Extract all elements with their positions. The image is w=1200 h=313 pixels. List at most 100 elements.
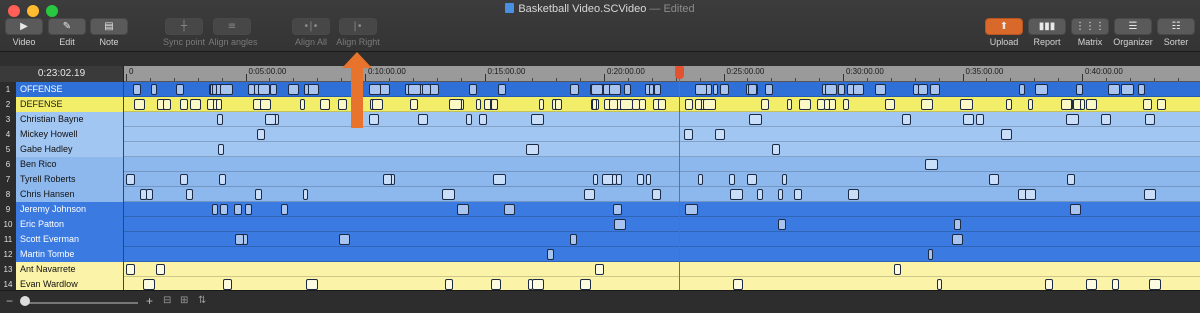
event-clip[interactable] xyxy=(212,84,217,95)
row-label[interactable]: Ant Navarrete xyxy=(16,262,124,277)
align-all-button[interactable]: •|• xyxy=(292,18,330,35)
event-clip[interactable] xyxy=(1001,129,1012,140)
event-clip[interactable] xyxy=(531,114,544,125)
event-clip[interactable] xyxy=(220,84,233,95)
timeline-row[interactable]: 12 Martin Tombe xyxy=(0,247,1200,262)
event-clip[interactable] xyxy=(547,249,554,260)
event-clip[interactable] xyxy=(1067,174,1075,185)
row-label[interactable]: Tyrell Roberts xyxy=(16,172,124,187)
event-clip[interactable] xyxy=(695,99,702,110)
row-label[interactable]: Martin Tombe xyxy=(16,247,124,262)
event-clip[interactable] xyxy=(609,84,621,95)
event-clip[interactable] xyxy=(613,204,622,215)
event-clip[interactable] xyxy=(212,204,218,215)
event-clip[interactable] xyxy=(176,84,184,95)
event-clip[interactable] xyxy=(555,99,562,110)
event-clip[interactable] xyxy=(765,84,773,95)
event-clip[interactable] xyxy=(134,99,145,110)
event-clip[interactable] xyxy=(778,189,783,200)
event-clip[interactable] xyxy=(491,99,498,110)
event-clip[interactable] xyxy=(624,84,631,95)
event-clip[interactable] xyxy=(219,174,226,185)
row-track[interactable] xyxy=(124,187,1200,202)
event-clip[interactable] xyxy=(652,189,661,200)
event-clip[interactable] xyxy=(843,99,849,110)
event-clip[interactable] xyxy=(649,84,654,95)
event-clip[interactable] xyxy=(918,84,928,95)
event-clip[interactable] xyxy=(498,84,506,95)
event-clip[interactable] xyxy=(445,279,453,290)
event-clip[interactable] xyxy=(620,99,633,110)
event-clip[interactable] xyxy=(528,279,533,290)
event-clip[interactable] xyxy=(180,174,188,185)
event-clip[interactable] xyxy=(1086,279,1097,290)
note-button[interactable]: ▤ xyxy=(90,18,128,35)
align-right-button[interactable]: |• xyxy=(339,18,377,35)
event-clip[interactable] xyxy=(1138,84,1145,95)
event-clip[interactable] xyxy=(963,114,974,125)
event-clip[interactable] xyxy=(930,84,940,95)
zoom-in-icon[interactable]: + xyxy=(146,294,153,308)
event-clip[interactable] xyxy=(126,264,135,275)
event-clip[interactable] xyxy=(270,84,277,95)
row-track[interactable] xyxy=(124,112,1200,127)
row-track[interactable] xyxy=(124,247,1200,262)
timeline-row[interactable]: 5 Gabe Hadley xyxy=(0,142,1200,157)
event-clip[interactable] xyxy=(1143,99,1152,110)
zoom-slider-thumb[interactable] xyxy=(20,296,30,306)
row-label[interactable]: Gabe Hadley xyxy=(16,142,124,157)
event-clip[interactable] xyxy=(698,174,703,185)
row-track[interactable] xyxy=(124,202,1200,217)
event-clip[interactable] xyxy=(1076,84,1083,95)
timeline-row[interactable]: 6 Ben Rico xyxy=(0,157,1200,172)
event-clip[interactable] xyxy=(1101,114,1111,125)
event-clip[interactable] xyxy=(339,234,350,245)
playhead-handle[interactable] xyxy=(675,66,684,79)
event-clip[interactable] xyxy=(493,174,506,185)
zoom-slider[interactable] xyxy=(22,302,138,304)
event-clip[interactable] xyxy=(1045,279,1053,290)
timeline-row[interactable]: 10 Eric Patton xyxy=(0,217,1200,232)
video-button[interactable]: ▶ xyxy=(5,18,43,35)
event-clip[interactable] xyxy=(787,99,792,110)
event-clip[interactable] xyxy=(1145,114,1155,125)
timeline-row[interactable]: 9 Jeremy Johnson xyxy=(0,202,1200,217)
row-label[interactable]: Scott Everman xyxy=(16,232,124,247)
row-track[interactable] xyxy=(124,127,1200,142)
event-clip[interactable] xyxy=(1061,99,1072,110)
event-clip[interactable] xyxy=(1080,99,1085,110)
event-clip[interactable] xyxy=(156,264,165,275)
event-clip[interactable] xyxy=(646,174,651,185)
event-clip[interactable] xyxy=(989,174,999,185)
collapse-rows-icon[interactable]: ⊟ xyxy=(163,295,171,306)
event-clip[interactable] xyxy=(526,144,539,155)
event-clip[interactable] xyxy=(778,219,786,230)
event-clip[interactable] xyxy=(469,84,477,95)
event-clip[interactable] xyxy=(126,174,135,185)
event-clip[interactable] xyxy=(730,189,743,200)
event-clip[interactable] xyxy=(186,189,193,200)
event-clip[interactable] xyxy=(593,174,598,185)
event-clip[interactable] xyxy=(257,129,265,140)
event-clip[interactable] xyxy=(921,99,933,110)
event-clip[interactable] xyxy=(1028,99,1033,110)
align-angles-button[interactable]: ≡ xyxy=(213,18,251,35)
row-track[interactable] xyxy=(124,157,1200,172)
event-clip[interactable] xyxy=(875,84,886,95)
row-track[interactable] xyxy=(124,232,1200,247)
event-clip[interactable] xyxy=(479,114,487,125)
event-clip[interactable] xyxy=(695,84,707,95)
event-clip[interactable] xyxy=(976,114,984,125)
event-clip[interactable] xyxy=(258,84,270,95)
sorter-button[interactable]: ☷ xyxy=(1157,18,1195,35)
event-clip[interactable] xyxy=(654,84,661,95)
sync-point-button[interactable]: ┼ xyxy=(165,18,203,35)
row-track[interactable] xyxy=(124,172,1200,187)
event-clip[interactable] xyxy=(902,114,911,125)
timeline-row[interactable]: 7 Tyrell Roberts xyxy=(0,172,1200,187)
event-clip[interactable] xyxy=(799,99,811,110)
row-track[interactable] xyxy=(124,82,1200,97)
event-clip[interactable] xyxy=(937,279,942,290)
event-clip[interactable] xyxy=(1035,84,1048,95)
event-clip[interactable] xyxy=(217,114,223,125)
